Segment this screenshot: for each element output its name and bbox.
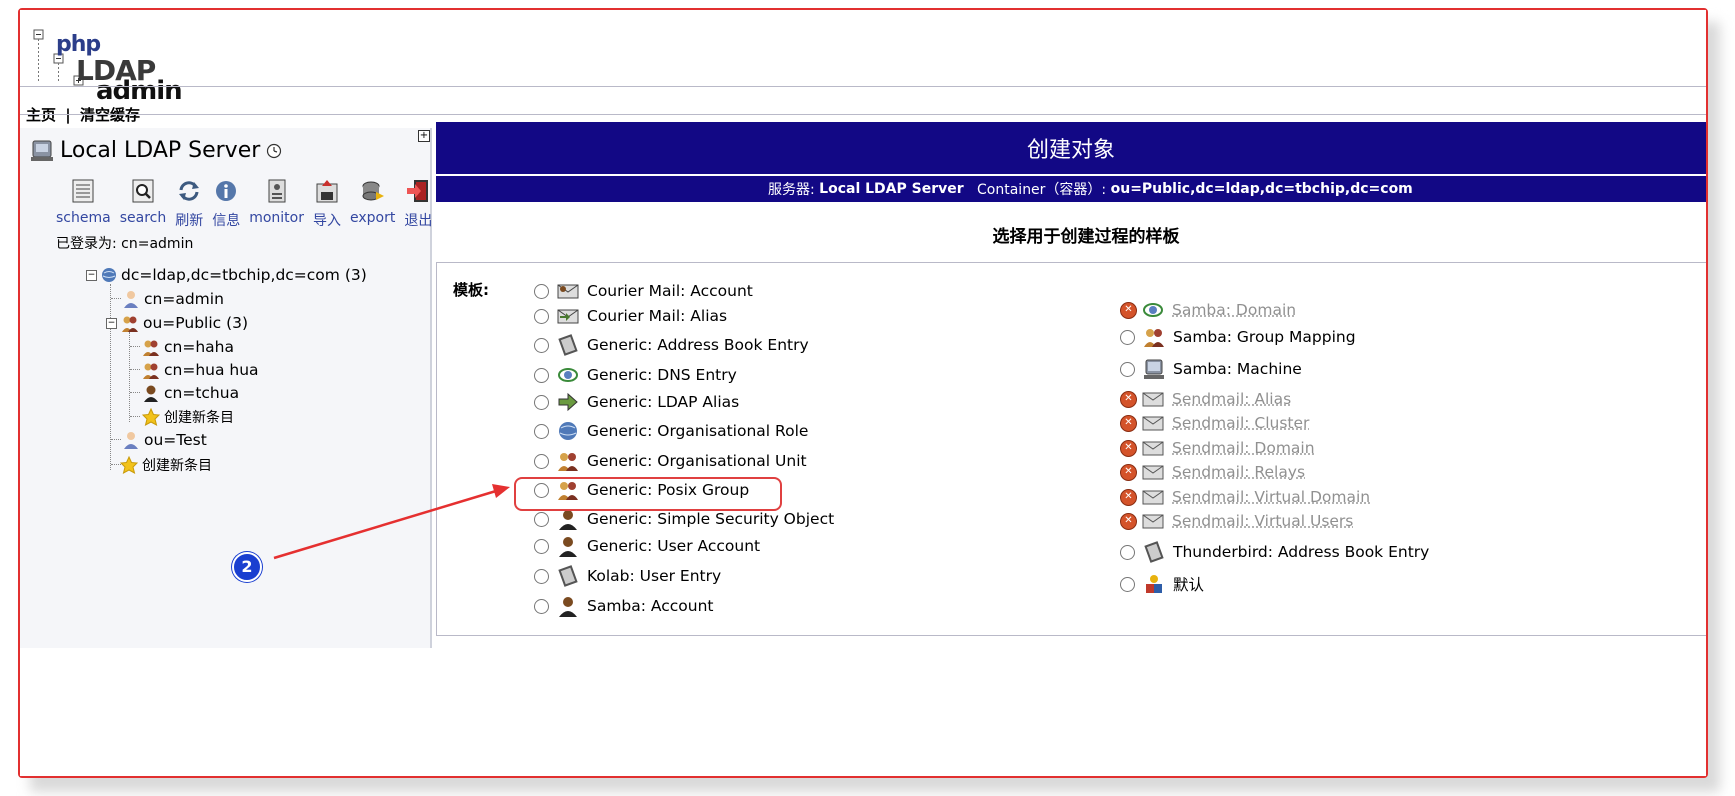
annotation-arrow-icon: [273, 484, 510, 560]
page: php LDAP admin 主页 | 清空缓存 + Local LDAP Se…: [20, 10, 1706, 776]
step-badge: 2: [232, 552, 262, 582]
